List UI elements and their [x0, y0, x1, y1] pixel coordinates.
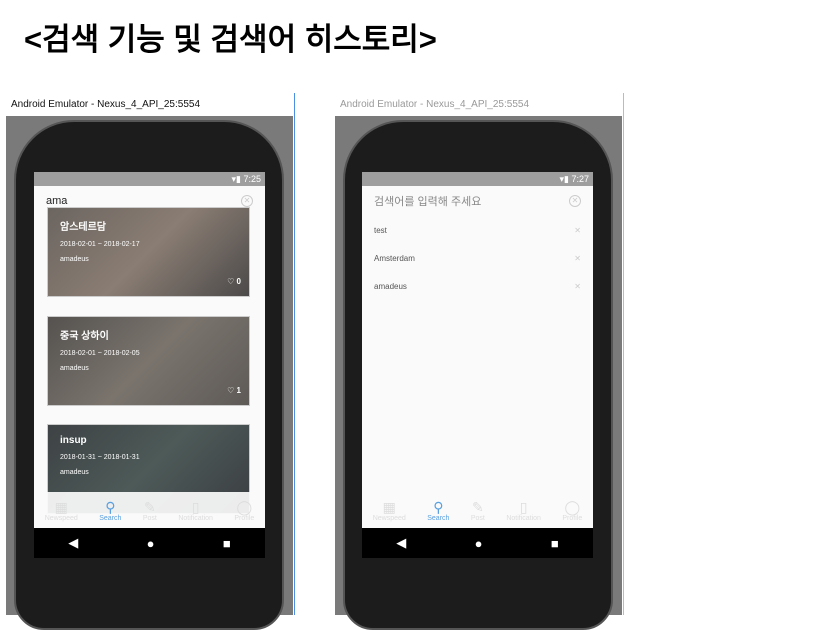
bottom-navigation: ▦ Newspeed ⚲ Search ✎ Post ▯ Notification ◯ P…: [362, 492, 593, 528]
recents-icon[interactable]: ■: [551, 536, 559, 551]
clear-icon[interactable]: ✕: [241, 195, 253, 207]
emulator-window-history: Android Emulator - Nexus_4_API_25:5554 ▾…: [334, 93, 624, 630]
app-screen: ▾▮ 7:27 검색어를 입력해 주세요 ✕ test ✕ Amsterdam ✕ …: [362, 172, 593, 528]
notification-icon: ▯: [519, 498, 528, 515]
tab-search[interactable]: ⚲ Search: [99, 499, 121, 522]
app-screen: ▾▮ 7:25 ama ✕ 암스테르담 2018-02-01 ~ 2018-02…: [34, 172, 265, 528]
card-user: amadeus: [60, 256, 89, 263]
search-query[interactable]: ama: [46, 195, 67, 207]
notification-icon: ▯: [191, 498, 200, 515]
remove-icon[interactable]: ✕: [574, 282, 581, 291]
heart-icon: ♡: [227, 386, 235, 395]
back-icon[interactable]: ◀: [396, 535, 406, 551]
profile-icon: ◯: [236, 498, 253, 515]
clear-icon[interactable]: ✕: [569, 195, 581, 207]
search-input[interactable]: 검색어를 입력해 주세요 ✕: [362, 186, 593, 216]
pencil-icon: ✎: [472, 498, 484, 515]
profile-icon: ◯: [564, 498, 581, 515]
grid-icon: ▦: [54, 498, 68, 515]
history-item[interactable]: Amsterdam ✕: [362, 244, 593, 272]
history-item[interactable]: amadeus ✕: [362, 272, 593, 300]
like-button[interactable]: ♡ 0: [227, 277, 241, 286]
bottom-navigation: ▦ Newspeed ⚲ Search ✎ Post ▯ Notification ◯ P…: [34, 492, 265, 528]
window-title: Android Emulator - Nexus_4_API_25:5554: [340, 99, 530, 110]
tab-post[interactable]: ✎ Post: [471, 499, 485, 522]
card-title: insup: [60, 435, 87, 446]
history-item[interactable]: test ✕: [362, 216, 593, 244]
tab-newspeed[interactable]: ▦ Newspeed: [45, 499, 78, 522]
trip-card[interactable]: 중국 상하이 2018-02-01 ~ 2018-02-05 amadeus ♡…: [47, 316, 250, 406]
like-button[interactable]: ♡ 1: [227, 386, 241, 395]
tab-newspeed[interactable]: ▦ Newspeed: [373, 499, 406, 522]
tab-post[interactable]: ✎ Post: [143, 499, 157, 522]
card-title: 암스테르담: [60, 222, 106, 233]
page-title: <검색 기능 및 검색어 히스토리>: [24, 22, 437, 57]
card-dates: 2018-02-01 ~ 2018-02-17: [60, 241, 140, 248]
trip-card[interactable]: 암스테르담 2018-02-01 ~ 2018-02-17 amadeus ♡ …: [47, 207, 250, 297]
tab-profile[interactable]: ◯ Profile: [234, 499, 254, 522]
tab-notification[interactable]: ▯ Notification: [178, 499, 213, 522]
home-icon[interactable]: ●: [147, 536, 155, 551]
remove-icon[interactable]: ✕: [574, 226, 581, 235]
card-dates: 2018-02-01 ~ 2018-02-05: [60, 350, 140, 357]
android-nav-bar: ◀ ● ■: [34, 528, 265, 558]
tab-notification[interactable]: ▯ Notification: [506, 499, 541, 522]
grid-icon: ▦: [382, 498, 396, 515]
pencil-icon: ✎: [144, 498, 156, 515]
status-bar: ▾▮ 7:25: [34, 172, 265, 186]
window-title: Android Emulator - Nexus_4_API_25:5554: [11, 99, 201, 110]
card-user: amadeus: [60, 365, 89, 372]
android-nav-bar: ◀ ● ■: [362, 528, 593, 558]
back-icon[interactable]: ◀: [68, 535, 78, 551]
search-icon: ⚲: [433, 498, 444, 515]
search-placeholder[interactable]: 검색어를 입력해 주세요: [374, 193, 481, 209]
remove-icon[interactable]: ✕: [574, 254, 581, 263]
status-bar: ▾▮ 7:27: [362, 172, 593, 186]
home-icon[interactable]: ●: [475, 536, 483, 551]
tab-profile[interactable]: ◯ Profile: [562, 499, 582, 522]
card-title: 중국 상하이: [60, 331, 109, 342]
heart-icon: ♡: [227, 277, 235, 286]
search-icon: ⚲: [105, 498, 116, 515]
emulator-window-search: Android Emulator - Nexus_4_API_25:5554 ▾…: [5, 93, 295, 630]
card-dates: 2018-01-31 ~ 2018-01-31: [60, 454, 140, 461]
recents-icon[interactable]: ■: [223, 536, 231, 551]
card-user: amadeus: [60, 469, 89, 476]
tab-search[interactable]: ⚲ Search: [427, 499, 449, 522]
